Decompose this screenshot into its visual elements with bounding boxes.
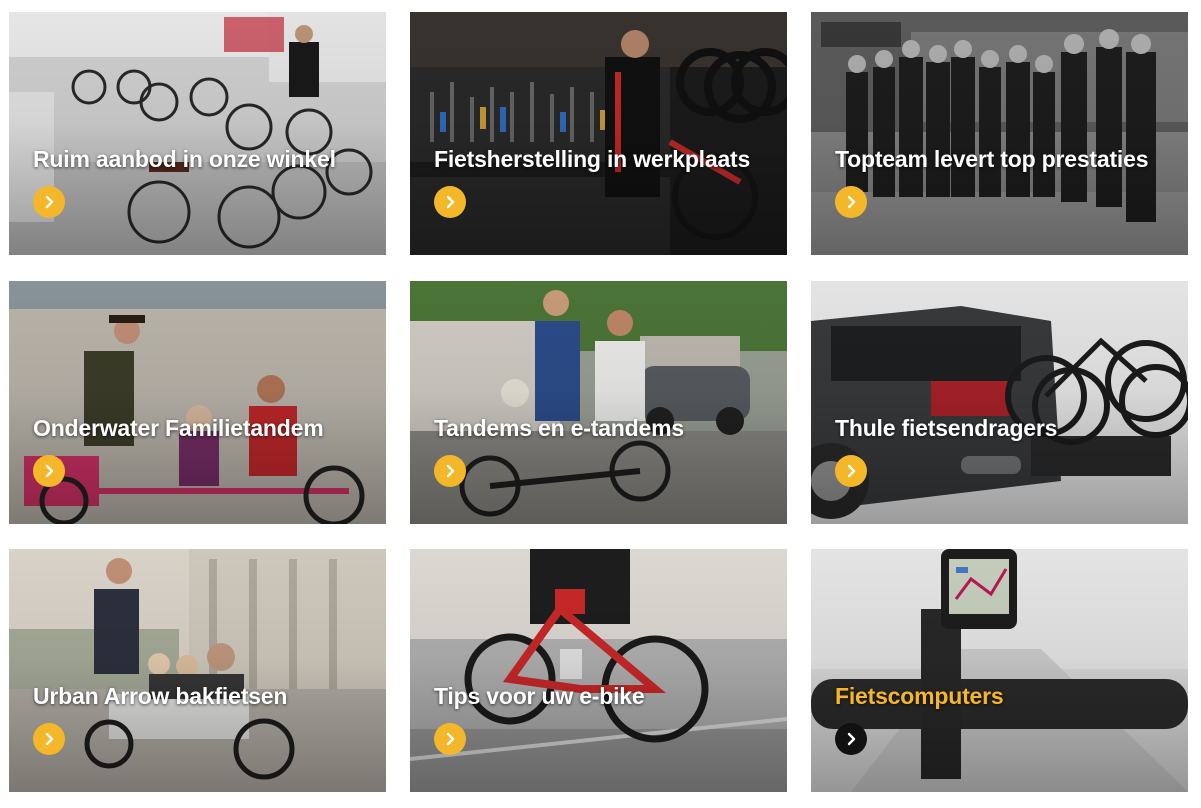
tile-title: Tandems en e-tandems [434,415,684,441]
tile-team[interactable]: Topteam levert top prestaties [811,12,1188,255]
chevron-right-icon[interactable] [434,723,466,755]
tile-title: Tips voor uw e-bike [434,683,645,709]
tile-family-tandem[interactable]: Onderwater Familietandem [9,281,386,524]
tile-shade [410,12,787,255]
chevron-right-icon[interactable] [33,723,65,755]
chevron-right-icon[interactable] [434,186,466,218]
tile-bike-shop[interactable]: Ruim aanbod in onze winkel [9,12,386,255]
tile-shade [9,12,386,255]
tile-workshop[interactable]: Fietsherstelling in werkplaats [410,12,787,255]
tile-bike-computers[interactable]: Fietscomputers [811,549,1188,792]
tile-shade [811,12,1188,255]
tile-title: Topteam levert top prestaties [835,146,1149,172]
tile-title: Fietsherstelling in werkplaats [434,146,751,172]
tile-ebike-tips[interactable]: Tips voor uw e-bike [410,549,787,792]
tile-title: Thule fietsendragers [835,415,1058,441]
tile-shade [811,281,1188,524]
chevron-right-icon[interactable] [33,186,65,218]
chevron-right-icon[interactable] [835,186,867,218]
tile-title: Fietscomputers [835,683,1004,709]
tile-shade [9,281,386,524]
tile-tandems[interactable]: Tandems en e-tandems [410,281,787,524]
tile-shade [811,549,1188,792]
tile-shade [410,281,787,524]
chevron-right-icon[interactable] [33,455,65,487]
tile-urban-arrow[interactable]: Urban Arrow bakfietsen [9,549,386,792]
tile-thule[interactable]: Thule fietsendragers [811,281,1188,524]
tile-shade [9,549,386,792]
chevron-right-icon[interactable] [835,455,867,487]
tile-shade [410,549,787,792]
tile-title: Onderwater Familietandem [33,415,324,441]
tile-title: Ruim aanbod in onze winkel [33,146,336,172]
tile-title: Urban Arrow bakfietsen [33,683,288,709]
chevron-right-icon[interactable] [835,723,867,755]
chevron-right-icon[interactable] [434,455,466,487]
feature-tile-grid: Ruim aanbod in onze winkel Fietsherstell… [0,0,1201,808]
